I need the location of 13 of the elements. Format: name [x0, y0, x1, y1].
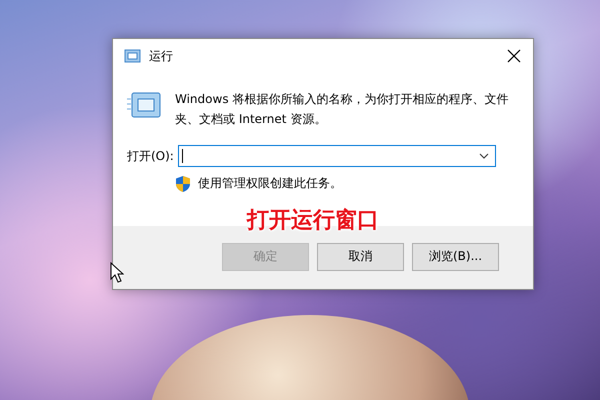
dropdown-caret-icon[interactable] [478, 153, 489, 159]
dialog-button[interactable]: 浏览(B)... [412, 242, 499, 270]
run-app-icon [127, 91, 161, 119]
admin-note: 使用管理权限创建此任务。 [198, 175, 342, 192]
run-app-icon [123, 49, 141, 63]
shield-icon [176, 176, 190, 192]
caption-annotation: 打开运行窗口 [247, 206, 379, 235]
description-text: Windows 将根据你所输入的名称，为你打开相应的程序、文件夹、文档或 Internet 资源。 [175, 91, 510, 128]
command-field[interactable] [178, 145, 496, 167]
window-title: 运行 [149, 48, 174, 64]
close-icon[interactable] [505, 47, 523, 65]
dialog-button[interactable]: 取消 [317, 242, 404, 270]
open-label: 打开(O): [127, 148, 174, 164]
